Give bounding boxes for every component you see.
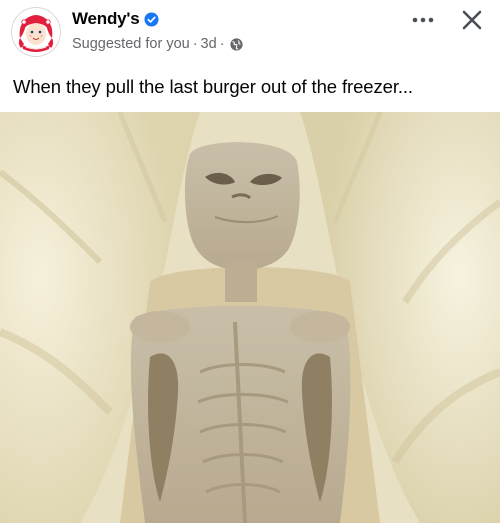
feed-post: Wendy's Suggested for you · 3d · When th… — [0, 0, 500, 523]
more-options-icon — [412, 17, 434, 23]
page-name[interactable]: Wendy's — [72, 9, 140, 29]
name-row: Wendy's — [72, 9, 159, 29]
wendys-logo — [12, 8, 60, 56]
suggested-label: Suggested for you — [72, 36, 190, 52]
post-image[interactable] — [0, 112, 500, 523]
meta-separator-2: · — [219, 36, 225, 52]
post-meta: Suggested for you · 3d · — [72, 36, 243, 52]
meta-separator: · — [192, 36, 198, 52]
mummy-photo — [0, 112, 500, 523]
close-button[interactable] — [456, 4, 488, 36]
page-avatar[interactable] — [11, 7, 61, 57]
globe-icon — [229, 37, 243, 51]
close-icon — [462, 10, 482, 30]
post-caption: When they pull the last burger out of th… — [13, 76, 413, 97]
post-age[interactable]: 3d — [201, 36, 217, 52]
verified-badge-icon — [143, 11, 159, 27]
post-header: Wendy's Suggested for you · 3d · — [0, 0, 500, 62]
more-options-button[interactable] — [406, 8, 440, 32]
